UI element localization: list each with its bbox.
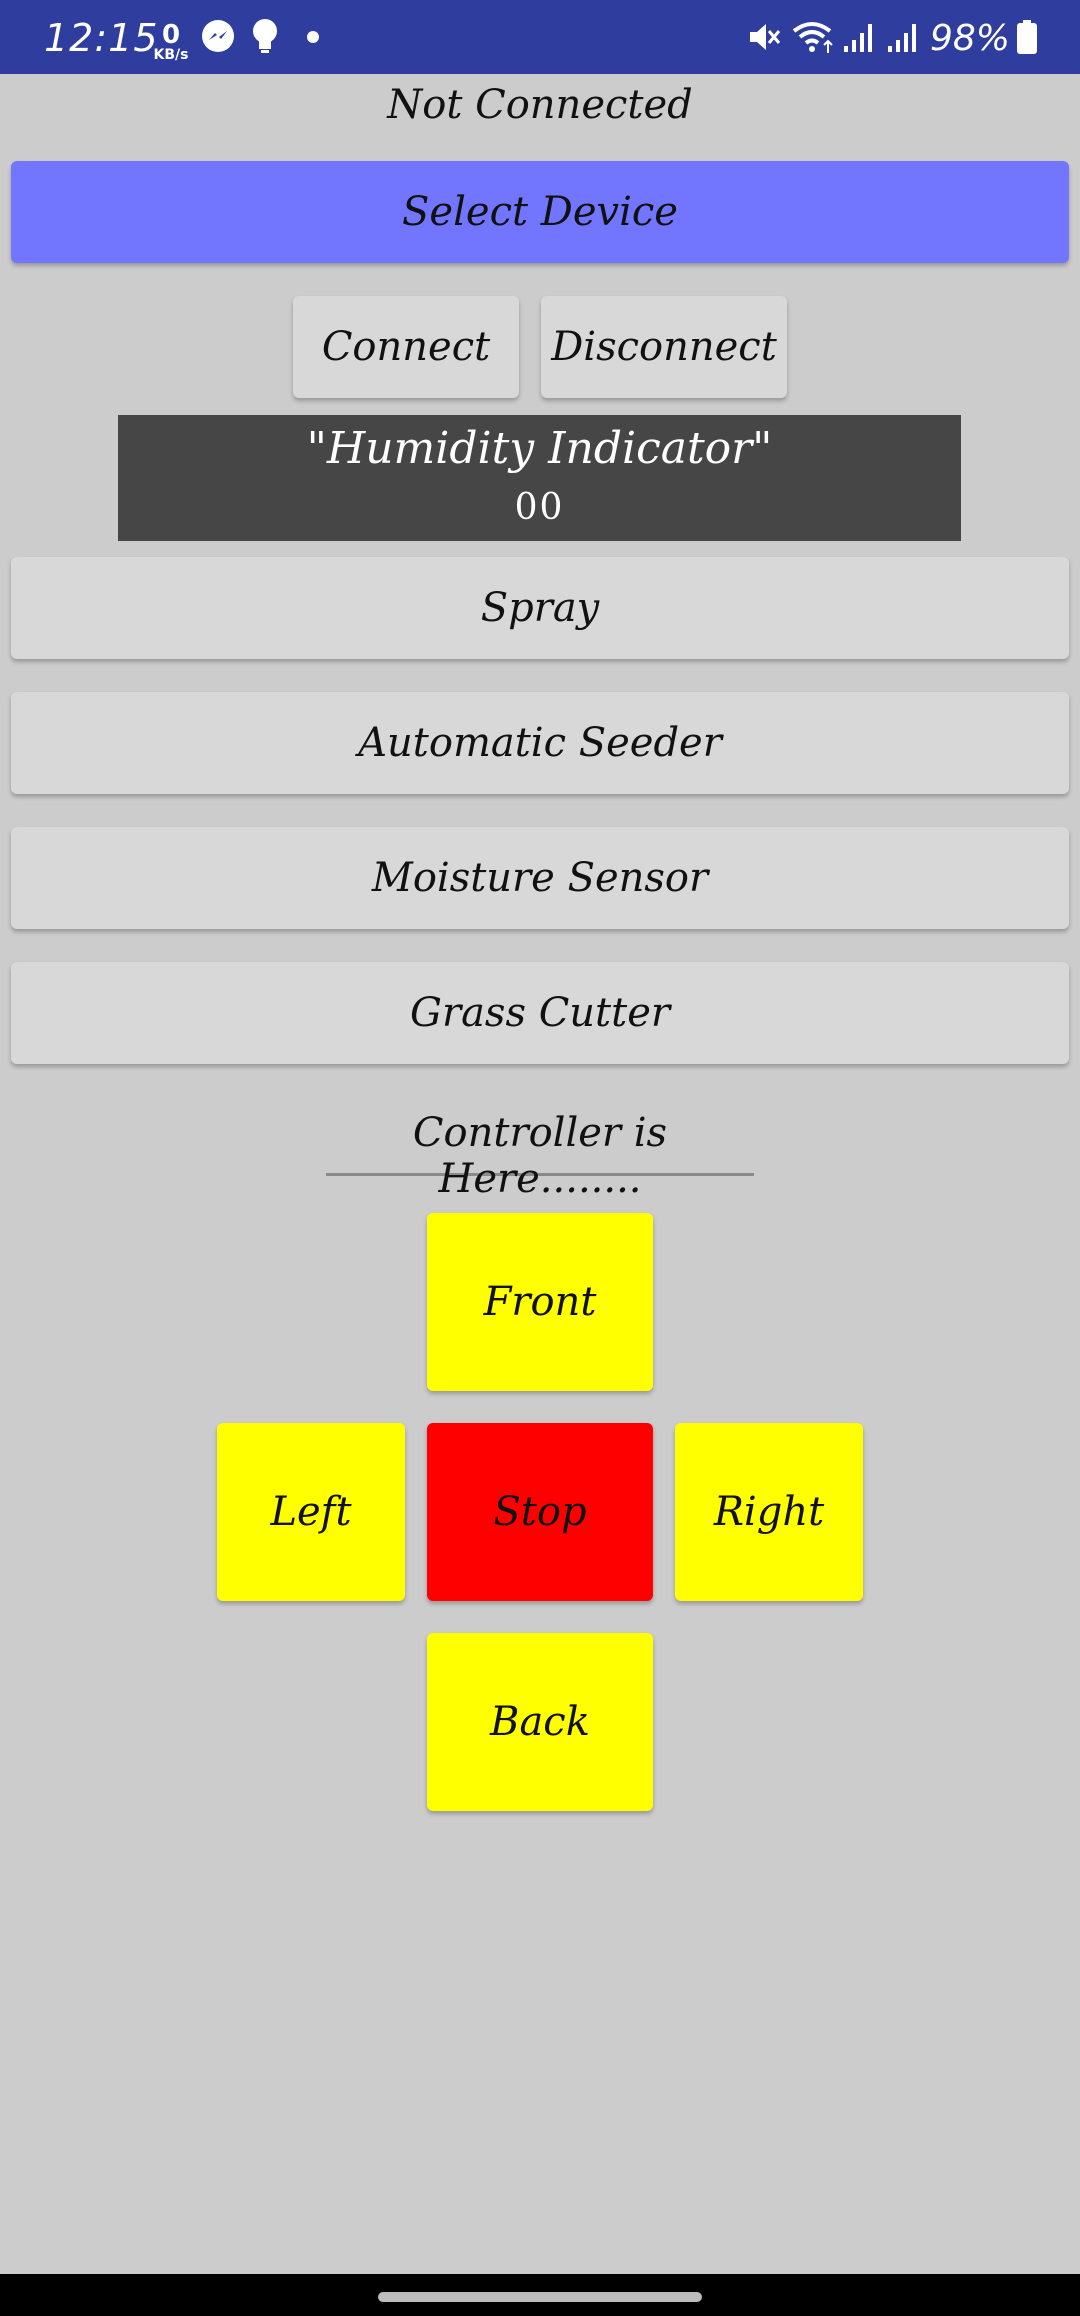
network-speed-value: 0 — [161, 20, 181, 50]
status-bar: 12:15 0 KB/s 98% — [0, 0, 1080, 74]
mute-icon — [746, 0, 782, 74]
spray-button[interactable]: Spray — [11, 557, 1069, 659]
controller-label: Controller is Here........ — [326, 1110, 754, 1202]
grass-cutter-button[interactable]: Grass Cutter — [11, 962, 1069, 1064]
humidity-indicator: "Humidity Indicator" 00 — [118, 415, 961, 541]
disconnect-button[interactable]: Disconnect — [541, 296, 787, 398]
back-button[interactable]: Back — [427, 1633, 653, 1811]
home-gesture-handle[interactable] — [378, 2292, 702, 2302]
connection-status: Not Connected — [387, 82, 693, 128]
connect-button[interactable]: Connect — [293, 296, 519, 398]
battery-percent: 98% — [930, 18, 1011, 59]
bulb-icon — [250, 0, 280, 74]
left-button[interactable]: Left — [217, 1423, 405, 1601]
right-button[interactable]: Right — [675, 1423, 863, 1601]
humidity-value: 00 — [514, 487, 565, 528]
front-button[interactable]: Front — [427, 1213, 653, 1391]
humidity-title: "Humidity Indicator" — [306, 423, 773, 474]
messenger-icon — [200, 0, 236, 74]
network-speed: 0 KB/s — [150, 22, 192, 62]
battery-icon — [1016, 0, 1038, 74]
select-device-button[interactable]: Select Device — [11, 161, 1069, 263]
signal-icon — [886, 0, 920, 74]
clock: 12:15 — [44, 16, 159, 60]
wifi-icon — [792, 0, 836, 74]
moisture-sensor-button[interactable]: Moisture Sensor — [11, 827, 1069, 929]
signal-icon — [842, 0, 876, 74]
network-speed-unit: KB/s — [153, 47, 189, 63]
automatic-seeder-button[interactable]: Automatic Seeder — [11, 692, 1069, 794]
dot-icon — [306, 0, 320, 74]
stop-button[interactable]: Stop — [427, 1423, 653, 1601]
